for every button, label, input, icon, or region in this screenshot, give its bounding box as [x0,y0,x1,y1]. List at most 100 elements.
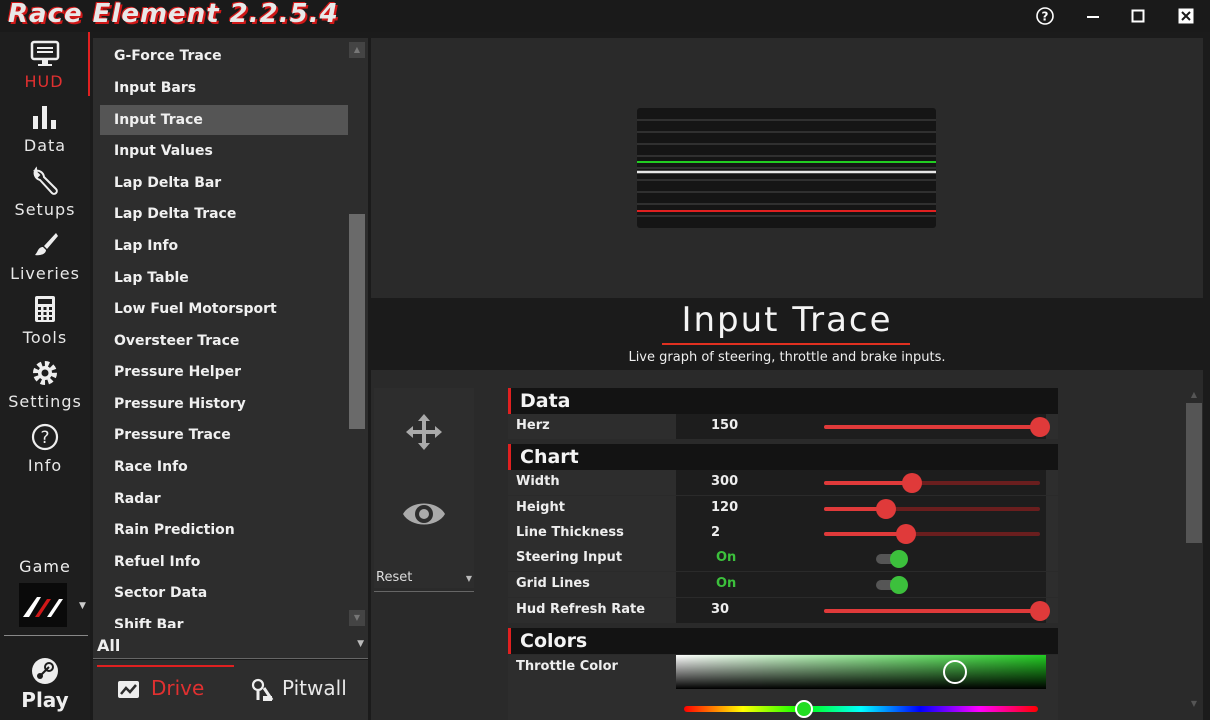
grid-lines-toggle[interactable] [876,572,910,597]
list-scroll-thumb[interactable] [349,214,365,429]
width-slider[interactable] [824,470,1046,495]
list-item[interactable]: Input Bars [100,73,349,103]
play-label: Play [21,688,69,712]
hud-title: Input Trace [681,300,893,340]
slider-knob[interactable] [876,499,896,519]
game-label: Game [19,557,71,576]
scroll-down-icon[interactable]: ▼ [1186,699,1202,711]
nav-label-hud: HUD [24,72,64,91]
steam-icon [32,658,58,684]
slider-knob[interactable] [896,524,916,544]
close-icon[interactable] [1175,5,1197,27]
steering-input-toggle[interactable] [876,546,910,571]
tools-icon [251,678,274,701]
app-title: Race Element 2.2.5.4 [8,0,339,29]
input-trace-preview [637,119,936,217]
list-item[interactable]: Refuel Info [100,547,349,577]
game-logo [19,583,67,627]
setting-label: Line Thickness [516,525,624,540]
line-thickness-slider[interactable] [824,521,1046,546]
nav-item-info[interactable]: ? Info [0,416,90,480]
nav-item-data[interactable]: Data [0,96,90,160]
nav-item-hud[interactable]: HUD [0,32,90,96]
setting-row-herz: Herz 150 [508,414,1058,439]
chevron-down-icon: ▼ [465,574,472,583]
setting-row-line-thickness: Line Thickness 2 [508,521,1058,546]
setting-value: 2 [711,525,721,540]
slider-knob[interactable] [1030,601,1050,621]
setting-row-hud-refresh-rate: Hud Refresh Rate 30 [508,598,1058,623]
monitor-icon [30,40,60,66]
height-slider[interactable] [824,496,1046,521]
list-item[interactable]: Pressure History [100,389,349,419]
slider-fill [824,481,912,485]
setting-row-grid-lines: Grid Lines On [508,572,1058,597]
setting-label: Width [516,474,560,489]
nav-label-tools: Tools [22,328,68,347]
list-item[interactable]: Shift Bar [100,610,349,628]
bar-chart-icon [33,106,56,129]
setting-label: Hud Refresh Rate [516,602,646,617]
nav-item-settings[interactable]: Settings [0,352,90,416]
list-item[interactable]: Rain Prediction [100,515,349,545]
list-item[interactable]: Lap Delta Trace [100,199,349,229]
reset-label: Reset [376,570,413,585]
chevron-down-icon[interactable]: ▼ [79,601,86,611]
setting-value: On [716,550,737,565]
maximize-icon[interactable] [1127,5,1149,27]
color-picker-handle[interactable] [943,660,967,684]
slider-knob[interactable] [902,473,922,493]
hue-slider-handle[interactable] [795,700,813,718]
help-circle-icon[interactable]: ? [1034,5,1056,27]
list-item[interactable]: Oversteer Trace [100,326,349,356]
list-item-selected[interactable]: Input Trace [100,105,349,135]
svg-text:?: ? [1042,10,1049,24]
hud-description: Live graph of steering, throttle and bra… [628,350,946,365]
toggle-knob [890,576,908,594]
hud-side-tools [374,388,474,588]
hue-slider[interactable] [684,700,1038,718]
list-item[interactable]: Low Fuel Motorsport [100,294,349,324]
nav-item-setups[interactable]: Setups [0,160,90,224]
list-item[interactable]: Pressure Helper [100,357,349,387]
list-item[interactable]: Sector Data [100,578,349,608]
svg-text:?: ? [40,428,49,448]
list-item[interactable]: Lap Delta Bar [100,168,349,198]
minimize-icon[interactable] [1082,5,1104,27]
toggle-knob [890,550,908,568]
setting-row-steering-input: Steering Input On [508,546,1058,571]
category-filter[interactable]: All ▼ [93,633,368,659]
slider-fill [824,609,1040,613]
eye-icon[interactable] [401,496,447,532]
nav-label-setups: Setups [14,200,76,219]
list-item[interactable]: Pressure Trace [100,420,349,450]
overlay-list: G-Force Trace Input Bars Input Trace Inp… [93,38,368,638]
scroll-up-icon[interactable]: ▲ [349,42,365,58]
scroll-down-icon[interactable]: ▼ [349,610,365,626]
scroll-up-icon[interactable]: ▲ [1186,390,1202,402]
list-item[interactable]: Lap Table [100,263,349,293]
main-nav: HUD Data Setups Liveries Tools Settings … [0,32,90,720]
list-item[interactable]: G-Force Trace [100,41,349,71]
list-item[interactable]: Lap Info [100,231,349,261]
section-header-colors: Colors [508,628,1058,654]
herz-slider[interactable] [824,414,1050,439]
list-item[interactable]: Race Info [100,452,349,482]
hud-refresh-rate-slider[interactable] [824,598,1050,623]
list-item[interactable]: Input Values [100,136,349,166]
settings-scroll-thumb[interactable] [1186,403,1202,543]
play-button[interactable]: Play [0,648,90,720]
list-item[interactable]: Radar [100,484,349,514]
nav-item-tools[interactable]: Tools [0,288,90,352]
title-bar: Race Element 2.2.5.4 ? [0,0,1210,32]
slider-knob[interactable] [1030,417,1050,437]
setting-label: Throttle Color [516,659,618,674]
setting-row-height: Height 120 [508,496,1058,521]
move-icon[interactable] [404,412,444,452]
divider [4,635,88,636]
question-icon: ? [31,423,59,451]
nav-item-liveries[interactable]: Liveries [0,224,90,288]
reset-dropdown[interactable]: Reset ▼ [374,568,474,592]
setting-value: 150 [711,418,739,433]
color-saturation-picker[interactable] [676,655,1046,689]
